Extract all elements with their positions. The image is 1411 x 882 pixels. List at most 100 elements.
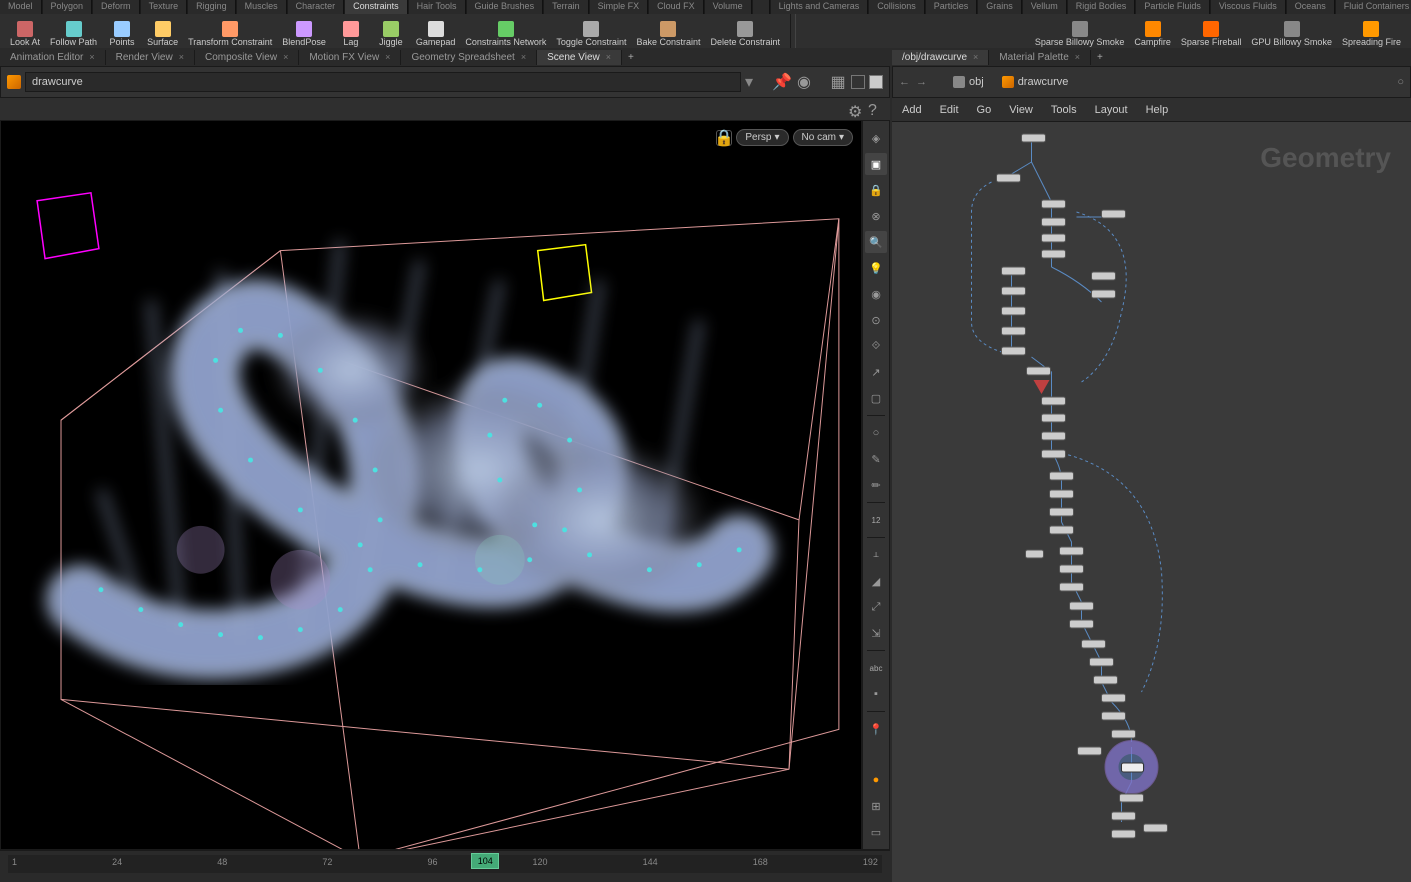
playhead[interactable]: 104 xyxy=(471,853,499,869)
timeline[interactable]: 124487296120144168192 104 xyxy=(0,850,890,882)
shelf-tool[interactable]: Lag xyxy=(332,15,370,47)
scene-viewport[interactable]: 🔒 Persp▾ No cam▾ xyxy=(0,120,862,850)
menu-item[interactable]: Layout xyxy=(1095,104,1128,116)
shelf-category[interactable]: Vellum xyxy=(1023,0,1067,14)
label-a2[interactable]: ⟂ xyxy=(865,544,887,566)
circle-btn-icon[interactable]: ○ xyxy=(865,422,887,444)
shelf-category[interactable]: Terrain xyxy=(544,0,589,14)
pin2-icon[interactable]: 📍 xyxy=(865,718,887,740)
shelf-category[interactable]: Deform xyxy=(93,0,140,14)
shelf-category[interactable] xyxy=(753,0,770,14)
shelf-tool[interactable]: Sparse Fireball xyxy=(1177,15,1246,47)
zoom-icon[interactable]: 🔍 xyxy=(865,231,887,253)
shelf-tool[interactable]: Transform Constraint xyxy=(184,15,276,47)
pane-tab[interactable]: Scene View× xyxy=(537,50,622,65)
camera-menu[interactable]: No cam▾ xyxy=(793,129,853,146)
shelf-tool[interactable]: BlendPose xyxy=(278,15,330,47)
shelf-category[interactable]: Cloud FX xyxy=(649,0,704,14)
shelf-category[interactable]: Model xyxy=(0,0,42,14)
shelf-category[interactable]: Volume xyxy=(705,0,752,14)
add-tab-button[interactable]: + xyxy=(622,50,640,65)
menu-item[interactable]: Tools xyxy=(1051,104,1077,116)
shade-icon[interactable]: ▣ xyxy=(865,153,887,175)
grid4-icon[interactable]: ⊞ xyxy=(865,795,887,817)
arrow-icon[interactable]: ↗ xyxy=(865,361,887,383)
shelf-tool[interactable]: Surface xyxy=(143,15,182,47)
shelf-tool[interactable]: GPU Billowy Smoke xyxy=(1247,15,1336,47)
pen-icon[interactable]: ✏ xyxy=(865,474,887,496)
lock-icon[interactable]: 🔒 xyxy=(716,130,732,146)
perspective-menu[interactable]: Persp▾ xyxy=(736,129,788,146)
shelf-category[interactable]: Viscous Fluids xyxy=(1211,0,1286,14)
shelf-category[interactable]: Guide Brushes xyxy=(467,0,544,14)
breadcrumb-node[interactable]: drawcurve xyxy=(996,74,1075,90)
link-icon[interactable]: ⊗ xyxy=(865,205,887,227)
box-icon[interactable]: ▢ xyxy=(865,387,887,409)
shelf-category[interactable]: Fluid Containers xyxy=(1336,0,1411,14)
menu-item[interactable]: Edit xyxy=(940,104,959,116)
circle-icon[interactable]: ◉ xyxy=(795,73,813,91)
pin-icon[interactable]: 📌 xyxy=(773,73,791,91)
pane-tab[interactable]: Material Palette× xyxy=(989,50,1091,65)
shelf-category[interactable]: Oceans xyxy=(1287,0,1335,14)
shelf-category[interactable]: Rigging xyxy=(188,0,236,14)
nav-back-icon[interactable]: ← xyxy=(899,76,910,88)
material-icon[interactable]: ◉ xyxy=(865,283,887,305)
pane-tab[interactable]: /obj/drawcurve× xyxy=(892,50,989,65)
shelf-category[interactable]: Muscles xyxy=(237,0,287,14)
shelf-tool[interactable]: Constraints Network xyxy=(461,15,550,47)
view-icon[interactable]: ◈ xyxy=(865,127,887,149)
close-icon[interactable]: × xyxy=(179,52,184,62)
shelf-tool[interactable]: Look At xyxy=(6,15,44,47)
shelf-category[interactable]: Particles xyxy=(926,0,978,14)
grid-icon[interactable]: ▦ xyxy=(829,73,847,91)
color-swatch-dark[interactable] xyxy=(851,75,865,89)
lock-view-icon[interactable]: 🔒 xyxy=(865,179,887,201)
pane-tab[interactable]: Render View× xyxy=(106,50,195,65)
shelf-tool[interactable]: Campfire xyxy=(1130,15,1175,47)
path-input[interactable] xyxy=(25,72,741,92)
pane-tab[interactable]: Composite View× xyxy=(195,50,299,65)
pane-tab[interactable]: Geometry Spreadsheet× xyxy=(401,50,537,65)
shelf-category[interactable]: Hair Tools xyxy=(409,0,466,14)
warning-icon[interactable]: ● xyxy=(865,769,887,791)
adjust-icon[interactable]: ⚙ xyxy=(848,102,862,116)
close-icon[interactable]: × xyxy=(385,52,390,62)
shelf-tool[interactable]: Bake Constraint xyxy=(632,15,704,47)
label-12[interactable]: 12 xyxy=(865,509,887,531)
help-icon[interactable]: ? xyxy=(868,102,882,116)
shelf-category[interactable]: Texture xyxy=(141,0,188,14)
menu-item[interactable]: Add xyxy=(902,104,922,116)
shelf-category[interactable]: Grains xyxy=(978,0,1022,14)
add-tab-button[interactable]: + xyxy=(1091,50,1109,65)
menu-item[interactable]: Go xyxy=(977,104,992,116)
shelf-tool[interactable]: Delete Constraint xyxy=(707,15,785,47)
brush-icon[interactable]: ✎ xyxy=(865,448,887,470)
menu-item[interactable]: View xyxy=(1009,104,1033,116)
shelf-tool[interactable]: Follow Path xyxy=(46,15,101,47)
breadcrumb-obj[interactable]: obj xyxy=(947,74,990,90)
nav-forward-icon[interactable]: → xyxy=(916,76,927,88)
shelf-tool[interactable]: Points xyxy=(103,15,141,47)
color-swatch-light[interactable] xyxy=(869,75,883,89)
close-icon[interactable]: × xyxy=(89,52,94,62)
shelf-category[interactable]: Constraints xyxy=(345,0,408,14)
search-icon[interactable]: ○ xyxy=(1397,76,1404,88)
close-icon[interactable]: × xyxy=(973,52,978,62)
shelf-tool[interactable]: Jiggle xyxy=(372,15,410,47)
pane-tab[interactable]: Animation Editor× xyxy=(0,50,106,65)
bone-icon[interactable]: ⟐ xyxy=(865,335,887,357)
shelf-category[interactable]: Polygon xyxy=(43,0,93,14)
close-icon[interactable]: × xyxy=(283,52,288,62)
expand-icon[interactable]: ⤢ xyxy=(865,596,887,618)
share-icon[interactable]: ⇲ xyxy=(865,622,887,644)
light-icon[interactable]: 💡 xyxy=(865,257,887,279)
close-icon[interactable]: × xyxy=(1075,52,1080,62)
pane-tab[interactable]: Motion FX View× xyxy=(299,50,401,65)
shelf-category[interactable]: Character xyxy=(288,0,345,14)
abc-label[interactable]: abc xyxy=(865,657,887,679)
shelf-tool[interactable]: Toggle Constraint xyxy=(552,15,630,47)
shelf-tool[interactable]: Gamepad xyxy=(412,15,460,47)
close-icon[interactable]: × xyxy=(606,52,611,62)
angle-icon[interactable]: ◢ xyxy=(865,570,887,592)
